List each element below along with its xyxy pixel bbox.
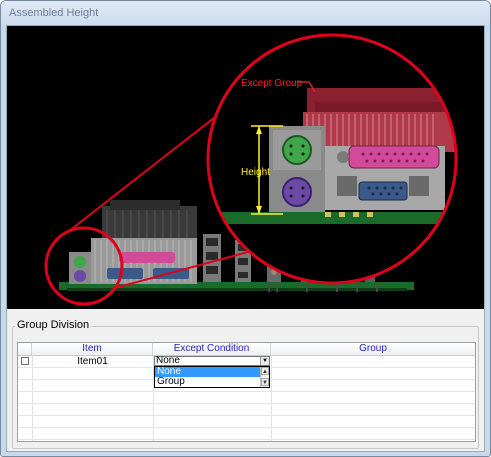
window-title: Assembled Height xyxy=(9,7,99,19)
window-client-area: Except Group Height Group Division Item … xyxy=(6,25,485,452)
illustration-svg: Except Group Height xyxy=(44,33,458,306)
title-bar[interactable]: Assembled Height xyxy=(1,1,490,25)
ps2-keyboard-large xyxy=(282,177,312,207)
usb-stack-1 xyxy=(203,234,221,282)
except-condition-dropdown-list[interactable]: None Group ▲ ▼ xyxy=(154,366,270,388)
height-label: Height xyxy=(241,167,270,178)
table-row xyxy=(18,416,475,428)
except-condition-combobox[interactable]: None ▼ xyxy=(154,356,270,366)
row-item-cell: Item01 xyxy=(77,356,108,367)
dropdown-option-group[interactable]: Group xyxy=(155,377,261,387)
serial-port-large xyxy=(358,181,408,201)
serial-port-small-1 xyxy=(107,268,143,279)
column-header-select[interactable] xyxy=(18,343,32,355)
heatsink xyxy=(102,206,197,242)
ps2-keyboard-small xyxy=(74,270,86,282)
column-header-group[interactable]: Group xyxy=(271,343,475,355)
row-checkbox[interactable] xyxy=(21,357,29,365)
dropdown-scrollbar[interactable]: ▲ ▼ xyxy=(260,367,269,387)
ps2-mouse-large xyxy=(282,135,312,165)
heatsink-top xyxy=(110,200,180,210)
parallel-port-large xyxy=(348,145,440,169)
column-header-item[interactable]: Item xyxy=(32,343,153,355)
assembled-height-illustration: Except Group Height xyxy=(7,26,484,309)
scroll-down-icon[interactable]: ▼ xyxy=(261,378,269,386)
grid-header: Item Except Condition Group xyxy=(18,343,475,356)
table-row xyxy=(18,392,475,404)
chevron-down-icon[interactable]: ▼ xyxy=(260,357,269,365)
ps2-mouse-small xyxy=(74,256,86,268)
scroll-up-icon[interactable]: ▲ xyxy=(261,367,269,375)
except-group-label: Except Group xyxy=(241,78,303,89)
parallel-port-small xyxy=(119,252,175,263)
except-condition-value: None xyxy=(156,355,180,366)
table-row xyxy=(18,404,475,416)
table-row xyxy=(18,428,475,440)
column-header-except-condition[interactable]: Except Condition xyxy=(153,343,271,355)
assembled-height-window: Assembled Height Except Group Height Gro… xyxy=(0,0,491,457)
group-division-legend: Group Division xyxy=(15,319,92,331)
group-division-grid: Item Except Condition Group Item01 None … xyxy=(17,342,476,442)
